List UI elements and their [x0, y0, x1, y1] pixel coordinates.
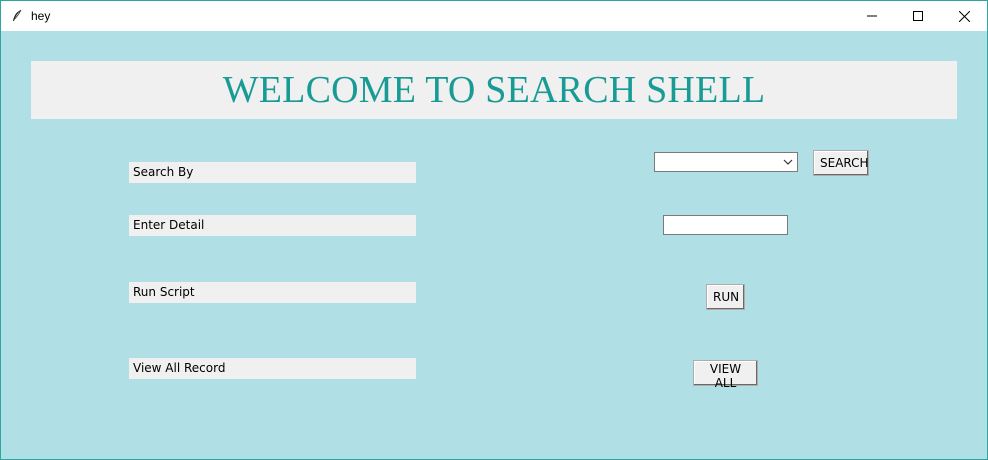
run-script-label: Run Script	[129, 282, 416, 303]
search-by-dropdown[interactable]	[654, 152, 798, 172]
minimize-button[interactable]	[849, 1, 895, 31]
search-button[interactable]: SEARCH	[813, 150, 869, 176]
detail-input[interactable]	[663, 215, 788, 235]
minimize-icon	[867, 15, 877, 17]
close-button[interactable]	[941, 1, 987, 31]
chevron-down-icon	[783, 159, 793, 165]
app-window: hey WELCOME TO SEARCH SHELL Search By En…	[0, 0, 988, 460]
search-by-label: Search By	[129, 162, 416, 183]
main-content: WELCOME TO SEARCH SHELL Search By Enter …	[1, 31, 987, 459]
maximize-icon	[913, 11, 923, 21]
banner-title: WELCOME TO SEARCH SHELL	[222, 69, 766, 111]
welcome-banner: WELCOME TO SEARCH SHELL	[31, 61, 957, 119]
enter-detail-label: Enter Detail	[129, 215, 416, 236]
window-controls	[849, 1, 987, 31]
close-icon	[958, 10, 970, 22]
feather-icon	[9, 8, 25, 24]
run-button[interactable]: RUN	[706, 284, 745, 310]
view-all-record-label: View All Record	[129, 358, 416, 379]
title-bar[interactable]: hey	[1, 1, 987, 31]
view-all-button[interactable]: VIEW ALL	[693, 360, 758, 390]
maximize-button[interactable]	[895, 1, 941, 31]
window-title: hey	[31, 9, 51, 23]
